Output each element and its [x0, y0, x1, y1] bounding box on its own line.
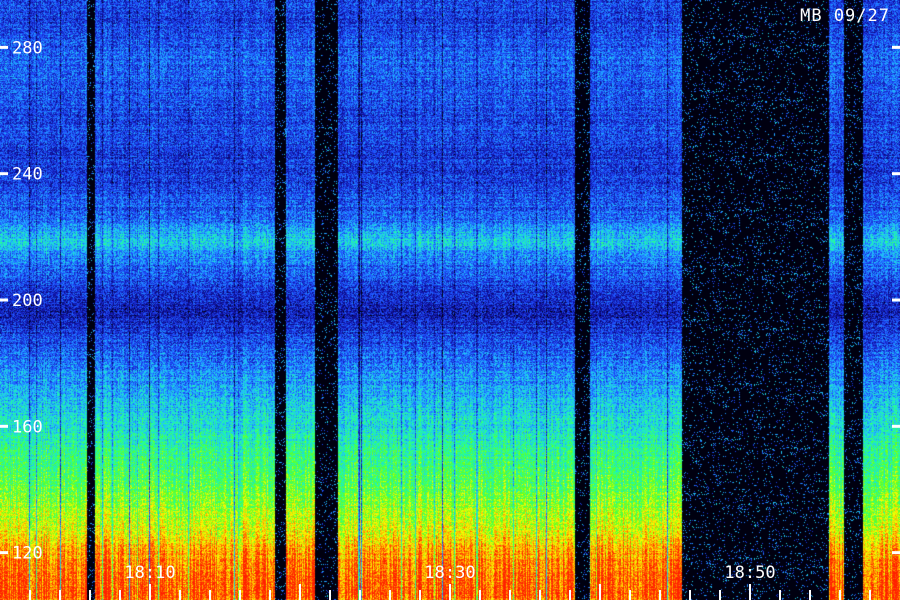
station-date-label: MB 09/27: [800, 6, 890, 26]
y-tick-label: 200: [12, 291, 43, 311]
x-tick-label: 18:30: [424, 563, 475, 583]
spectrogram: 280 240 200 160 120 18:10 18:30 18:50: [0, 0, 900, 600]
y-tick-label: 120: [12, 544, 43, 564]
y-tick-label: 280: [12, 38, 43, 58]
spectrogram-intensity-image: [0, 0, 900, 600]
y-tick-label: 160: [12, 417, 43, 437]
y-tick-label: 240: [12, 165, 43, 185]
x-tick-label: 18:50: [724, 563, 775, 583]
x-tick-label: 18:10: [124, 563, 175, 583]
